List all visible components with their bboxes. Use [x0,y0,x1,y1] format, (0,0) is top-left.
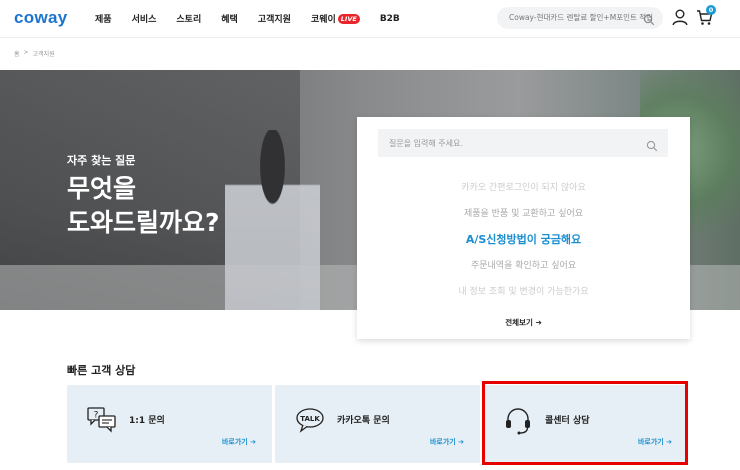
hero-title: 무엇을 도와드릴까요? [67,172,220,240]
nav-item-b2b[interactable]: B2B [380,12,400,25]
header-search[interactable]: Coway-현대카드 렌탈료 할인+M포인트 적립 [497,7,663,29]
faq-search-placeholder: 질문을 입력해 주세요. [389,139,463,148]
talk-icon: TALK [295,407,325,437]
search-icon[interactable] [643,11,655,30]
chat-bubbles-icon: ? [87,407,117,437]
card-label: 1:1 문의 [129,416,165,426]
coway-logo[interactable]: coway [14,8,67,28]
faq-item[interactable]: 카카오 간편로그인이 되지 않아요 [357,175,690,201]
card-shortcut-link[interactable]: 바로가기 ➔ [430,437,464,447]
svg-text:TALK: TALK [300,415,320,423]
cart-count-badge: 0 [706,5,716,15]
hero-subtitle: 자주 찾는 질문 [67,154,136,167]
hero-title-line1: 무엇을 [67,174,137,203]
faq-search-input[interactable]: 질문을 입력해 주세요. [378,129,668,157]
nav-item-coway-live[interactable]: 코웨이 LIVE [311,12,360,25]
quick-consult-title: 빠른 고객 상담 [67,364,136,377]
nav-item-products[interactable]: 제품 [95,12,112,25]
faq-view-all-link[interactable]: 전체보기 ➔ [357,317,690,328]
nav-item-story[interactable]: 스토리 [176,12,201,25]
card-label: 카카오톡 문의 [337,416,390,426]
user-icon[interactable] [672,9,688,30]
search-icon[interactable] [646,137,658,156]
breadcrumb-support[interactable]: 고객지원 [33,49,55,58]
faq-panel: 질문을 입력해 주세요. 카카오 간편로그인이 되지 않아요 제품을 반품 및 … [357,117,690,339]
faq-item[interactable]: 내 정보 조회 및 변경이 가능한가요 [357,279,690,305]
breadcrumb-home[interactable]: 홈 [14,49,20,58]
faq-item[interactable]: 주문내역을 확인하고 싶어요 [357,253,690,279]
card-one-to-one-inquiry[interactable]: ? 1:1 문의 바로가기 ➔ [67,385,272,463]
nav-item-coway-label: 코웨이 [310,15,336,25]
faq-item[interactable]: 제품을 반품 및 교환하고 싶어요 [357,201,690,227]
highlight-box [482,381,688,465]
nav-item-benefits[interactable]: 혜택 [221,12,238,25]
faq-list: 카카오 간편로그인이 되지 않아요 제품을 반품 및 교환하고 싶어요 A/S신… [357,175,690,305]
header-search-text: Coway-현대카드 렌탈료 할인+M포인트 적립 [509,13,654,22]
live-badge: LIVE [337,13,360,24]
main-nav: 제품 서비스 스토리 혜택 고객지원 코웨이 LIVE B2B [95,12,420,25]
breadcrumb-separator: > [23,49,29,56]
site-header: coway 제품 서비스 스토리 혜택 고객지원 코웨이 LIVE B2B Co… [0,0,740,38]
hero-person-image [225,130,320,310]
card-shortcut-link[interactable]: 바로가기 ➔ [222,437,256,447]
svg-text:?: ? [94,411,99,421]
nav-item-support[interactable]: 고객지원 [258,12,291,25]
faq-item-active[interactable]: A/S신청방법이 궁금해요 [357,227,690,253]
breadcrumb: 홈 > 고객지원 [14,49,55,58]
card-kakaotalk-inquiry[interactable]: TALK 카카오톡 문의 바로가기 ➔ [275,385,480,463]
nav-item-service[interactable]: 서비스 [132,12,157,25]
hero-title-line2: 도와드릴까요? [67,208,220,237]
